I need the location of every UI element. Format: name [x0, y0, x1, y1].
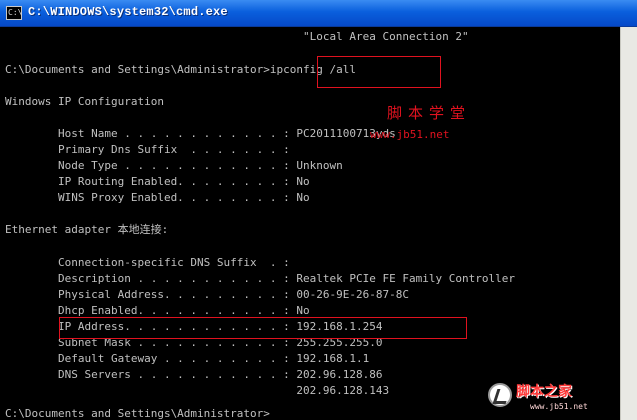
- window-title: C:\WINDOWS\system32\cmd.exe: [28, 5, 228, 19]
- watermark-bottom: 脚本之家: [516, 384, 572, 400]
- console-line: Primary Dns Suffix . . . . . . . :: [5, 143, 290, 156]
- watermark-top: 脚本学堂: [387, 104, 472, 122]
- console-line: DNS Servers . . . . . . . . . . . : 202.…: [5, 368, 383, 381]
- cmd-icon[interactable]: C:\: [6, 6, 22, 20]
- ip-address-highlight: [59, 317, 467, 339]
- console-line: Default Gateway . . . . . . . . . : 192.…: [5, 352, 370, 365]
- console-line: Node Type . . . . . . . . . . . . : Unkn…: [5, 159, 343, 172]
- console-output[interactable]: "Local Area Connection 2" C:\Documents a…: [0, 27, 620, 420]
- cmd-window: C:\ C:\WINDOWS\system32\cmd.exe "Local A…: [0, 0, 637, 420]
- watermark-bottom-url: www.jb51.net: [530, 402, 588, 411]
- vertical-scrollbar[interactable]: [620, 27, 637, 420]
- console-line: Ethernet adapter 本地连接:: [5, 223, 169, 236]
- console-line: Description . . . . . . . . . . . : Real…: [5, 272, 515, 285]
- watermark-top-url: www.jb51.net: [370, 128, 450, 141]
- watermark-logo-icon: [488, 383, 512, 407]
- console-line: Physical Address. . . . . . . . . : 00-2…: [5, 288, 409, 301]
- console-line: WINS Proxy Enabled. . . . . . . . : No: [5, 191, 310, 204]
- console-line: Connection-specific DNS Suffix . :: [5, 256, 290, 269]
- title-bar[interactable]: C:\ C:\WINDOWS\system32\cmd.exe: [0, 0, 637, 27]
- console-line: Host Name . . . . . . . . . . . . : PC20…: [5, 127, 396, 140]
- console-line: 202.96.128.143: [5, 384, 390, 397]
- console-line: C:\Documents and Settings\Administrator>: [5, 407, 270, 420]
- console-line: Windows IP Configuration: [5, 95, 164, 108]
- console-line: C:\Documents and Settings\Administrator>…: [5, 63, 356, 76]
- console-line: "Local Area Connection 2": [5, 30, 469, 43]
- console-line: IP Routing Enabled. . . . . . . . : No: [5, 175, 310, 188]
- command-highlight: [317, 56, 441, 88]
